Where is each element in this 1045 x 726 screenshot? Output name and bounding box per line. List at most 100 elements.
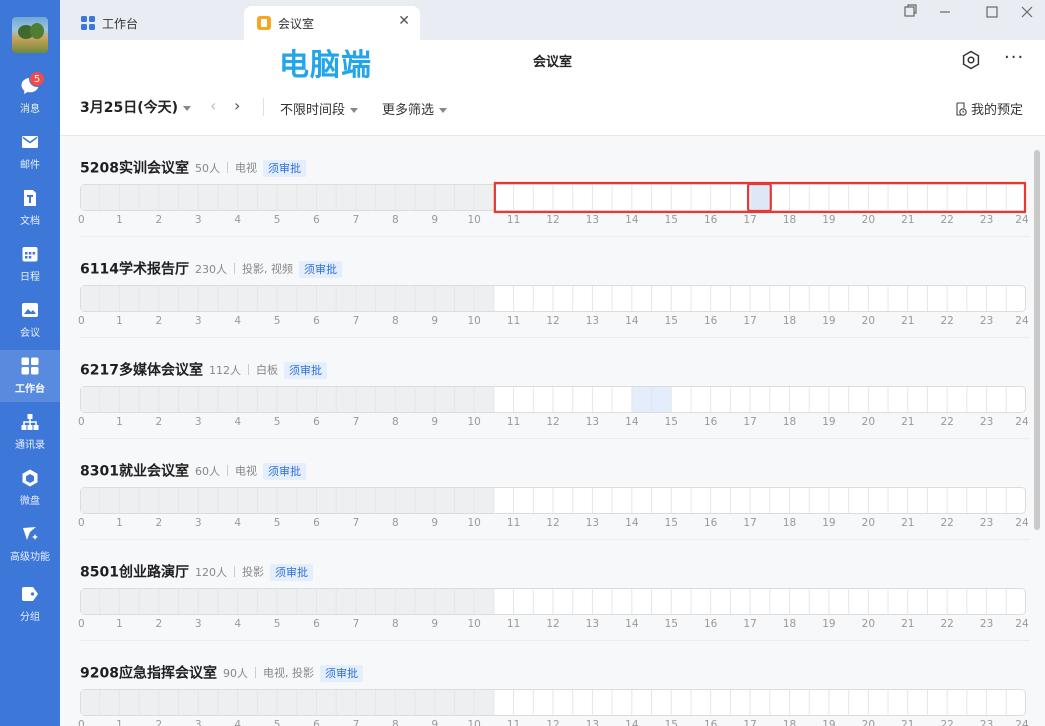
prev-day-button[interactable]: ‹ [210, 96, 216, 115]
tab-meeting-room[interactable]: 会议室 ✕ [244, 6, 420, 40]
scrollbar[interactable] [1034, 150, 1040, 530]
hour-tick-label: 1 [116, 517, 123, 529]
room-name[interactable]: 5208实训会议室 [80, 161, 189, 177]
hour-tick-label: 6 [313, 618, 320, 630]
booking-timeline[interactable] [80, 689, 1026, 716]
more-filters-label: 更多筛选 [382, 103, 435, 118]
room-name[interactable]: 9208应急指挥会议室 [80, 666, 217, 682]
room-equipment: 电视 [234, 161, 257, 175]
room-row[interactable]: 8301就业会议室 60人 电视 须审批 0 1 2 3 4 5 6 7 8 9 10 11 12 13 14 15 1… [60, 439, 1030, 540]
hour-tick-label: 0 [78, 719, 85, 726]
room-header: 6114学术报告厅 230人 投影, 视频 须审批 [80, 258, 342, 278]
hour-tick-label: 1 [116, 315, 123, 327]
room-row[interactable]: 8501创业路演厅 120人 投影 须审批 0 1 2 3 4 5 6 7 8 9 10 11 12 13 14 15… [60, 540, 1030, 641]
hour-tick-label: 17 [743, 416, 757, 428]
hour-tick-label: 5 [273, 315, 281, 327]
sidebar-item-meeting[interactable]: 会议 [0, 294, 60, 346]
approval-tag: 须审批 [269, 563, 313, 581]
past-time-region [81, 286, 494, 311]
hour-axis: 0 1 2 3 4 5 6 7 8 9 10 11 12 13 14 15 16 17 18 19 20 21 22 23 24 [78, 719, 1029, 726]
sidebar-item-calendar[interactable]: 日程 [0, 238, 60, 290]
hour-tick-label: 24 [1015, 214, 1029, 226]
hour-tick-label: 9 [431, 517, 439, 529]
pin-window-icon[interactable] [895, 2, 925, 22]
room-row[interactable]: 5208实训会议室 50人 电视 须审批 0 1 2 3 4 5 6 7 8 9 10 11 12 13 14 15 1… [60, 136, 1030, 237]
hour-tick-label: 1 [116, 214, 123, 226]
time-range-label: 不限时间段 [280, 103, 346, 118]
maximize-icon[interactable] [977, 2, 1007, 22]
tab-label: 会议室 [278, 17, 315, 31]
close-window-icon[interactable] [1012, 2, 1042, 22]
booking-timeline[interactable] [80, 181, 1027, 214]
room-list: 5208实训会议室 50人 电视 须审批 0 1 2 3 4 5 6 7 8 9 10 11 12 13 14 15 1… [60, 136, 1045, 726]
selected-slot[interactable] [751, 185, 770, 210]
meeting-room-icon [257, 16, 271, 30]
main-panel: 会议室 电脑端 ··· 3月25日(今天) ‹ › 不限时间段 更多筛选 我的预… [60, 40, 1045, 726]
hour-tick-label: 4 [234, 416, 241, 428]
hour-tick-label: 8 [391, 618, 399, 630]
booking-timeline[interactable] [80, 588, 1026, 615]
hour-tick-label: 7 [352, 416, 360, 428]
room-name[interactable]: 8501创业路演厅 [80, 565, 189, 581]
hour-tick-label: 18 [782, 214, 797, 226]
more-filters-dropdown[interactable]: 更多筛选 [382, 99, 448, 118]
hour-tick-label: 16 [703, 315, 718, 327]
page-title: 会议室 [532, 55, 572, 70]
hour-tick-label: 14 [625, 315, 639, 327]
room-header: 6217多媒体会议室 112人 白板 须审批 [80, 359, 327, 379]
my-bookings-button[interactable]: 我的预定 [954, 99, 1023, 118]
hour-axis: 0 1 2 3 4 5 6 7 8 9 10 11 12 13 14 15 16 17 18 19 20 21 22 23 24 [78, 315, 1029, 329]
room-name[interactable]: 8301就业会议室 [80, 464, 189, 480]
settings-icon[interactable] [960, 49, 982, 71]
sidebar-item-mail[interactable]: 邮件 [0, 126, 60, 178]
close-tab-icon[interactable]: ✕ [398, 13, 410, 29]
minimize-icon[interactable] [930, 2, 960, 22]
room-row[interactable]: 9208应急指挥会议室 90人 电视, 投影 须审批 0 1 2 3 4 5 6 7 8 9 10 11 12 1… [60, 641, 1030, 726]
room-name[interactable]: 6217多媒体会议室 [80, 363, 203, 379]
more-options-button[interactable]: ··· [1004, 47, 1024, 68]
hour-tick-label: 2 [155, 517, 163, 529]
hour-tick-label: 6 [313, 517, 320, 529]
next-day-button[interactable]: › [234, 96, 240, 115]
sidebar-item-drive[interactable]: 微盘 [0, 462, 60, 514]
hour-tick-label: 3 [194, 315, 202, 327]
hour-tick-label: 3 [194, 416, 202, 428]
sidebar-item-advanced[interactable]: 高级功能 [0, 518, 60, 570]
sidebar-item-workbench[interactable]: 工作台 [0, 350, 60, 402]
hour-tick-label: 13 [585, 315, 600, 327]
booking-timeline[interactable] [80, 285, 1026, 312]
booking-timeline[interactable] [80, 487, 1026, 514]
hour-tick-label: 23 [979, 517, 994, 529]
hour-tick-label: 13 [585, 416, 600, 428]
hour-tick-label: 17 [743, 315, 757, 327]
hour-tick-label: 11 [506, 214, 521, 226]
sidebar-item-label: 高级功能 [10, 552, 50, 563]
hour-tick-label: 23 [979, 719, 994, 726]
room-capacity: 230人 [194, 262, 227, 276]
room-row[interactable]: 6114学术报告厅 230人 投影, 视频 须审批 0 1 2 3 4 5 6 7 8 9 10 11 12 13… [60, 237, 1030, 338]
sidebar-item-contacts[interactable]: 通讯录 [0, 406, 60, 458]
hour-tick-label: 11 [506, 517, 521, 529]
hour-tick-label: 15 [664, 416, 678, 428]
unread-badge: 5 [29, 71, 45, 87]
chevron-down-icon [350, 108, 359, 113]
avatar[interactable] [12, 17, 48, 53]
hour-tick-label: 16 [703, 214, 718, 226]
tab-workbench[interactable]: 工作台 [68, 6, 238, 40]
hour-tick-label: 15 [664, 517, 678, 529]
hour-tick-label: 10 [467, 416, 481, 428]
hour-tick-label: 23 [979, 618, 994, 630]
room-row[interactable]: 6217多媒体会议室 112人 白板 须审批 0 1 2 3 4 5 6 7 8 9 10 11 12 13 14 1… [60, 338, 1030, 439]
sidebar-item-label: 微盘 [20, 496, 40, 507]
time-range-filter[interactable]: 不限时间段 [280, 99, 359, 118]
date-selector[interactable]: 3月25日(今天) [80, 97, 192, 117]
sidebar-item-docs[interactable]: 文档 [0, 182, 60, 234]
hour-axis: 0 1 2 3 4 5 6 7 8 9 10 11 12 13 14 15 16 17 18 19 20 21 22 23 24 [78, 214, 1029, 228]
past-time-region [81, 488, 494, 513]
chevron-down-icon [183, 105, 192, 111]
booking-timeline[interactable] [80, 386, 1026, 413]
room-name[interactable]: 6114学术报告厅 [80, 262, 189, 278]
sidebar-item-group[interactable]: 分组 [0, 578, 60, 630]
hour-tick-label: 12 [546, 618, 560, 630]
hour-tick-label: 3 [194, 517, 202, 529]
